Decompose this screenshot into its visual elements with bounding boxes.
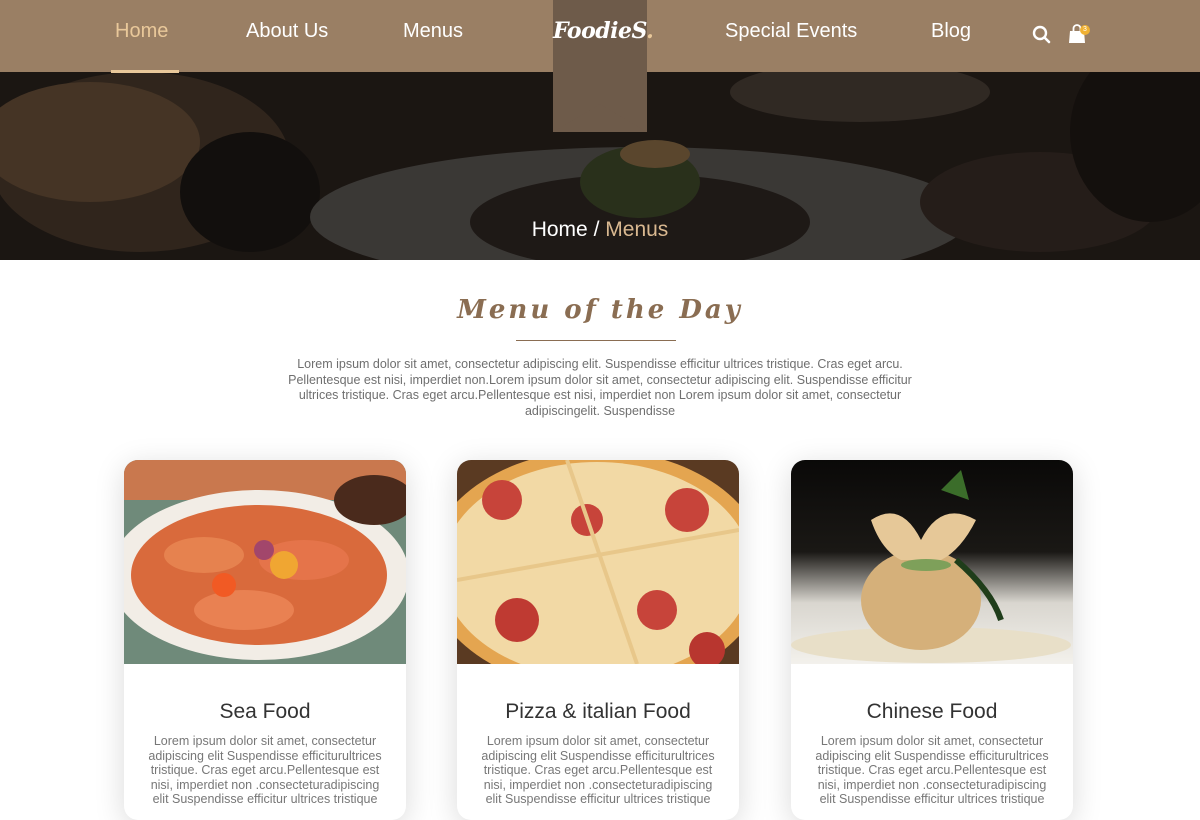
menu-card-sea-food[interactable]: Sea Food Lorem ipsum dolor sit amet, con… <box>124 460 406 820</box>
sea-food-image <box>124 460 406 664</box>
breadcrumb: Home / Menus <box>0 218 1200 242</box>
nav-about-us[interactable]: About Us <box>246 20 328 48</box>
card-description: Lorem ipsum dolor sit amet, consectetur … <box>815 734 1049 806</box>
logo-dot: . <box>646 18 654 44</box>
card-description: Lorem ipsum dolor sit amet, consectetur … <box>148 734 382 806</box>
section-description: Lorem ipsum dolor sit amet, consectetur … <box>288 357 912 418</box>
breadcrumb-separator: / <box>593 218 600 241</box>
nav-menus[interactable]: Menus <box>403 20 463 48</box>
menu-card-chinese-food[interactable]: Chinese Food Lorem ipsum dolor sit amet,… <box>791 460 1073 820</box>
section-title: Menu of the Day <box>457 295 743 325</box>
card-title: Sea Food <box>219 700 311 723</box>
pizza-image <box>457 460 739 664</box>
logo-text: FoodieS <box>553 18 647 44</box>
menu-card-pizza-italian-food[interactable]: Pizza & italian Food Lorem ipsum dolor s… <box>457 460 739 820</box>
search-icon[interactable] <box>1030 22 1058 50</box>
card-title: Chinese Food <box>866 700 998 723</box>
nav-active-indicator <box>111 70 179 73</box>
nav-blog[interactable]: Blog <box>931 20 971 48</box>
nav-home[interactable]: Home <box>115 20 168 48</box>
site-logo[interactable]: FoodieS. <box>553 18 654 44</box>
card-title: Pizza & italian Food <box>505 700 691 723</box>
nav-special-events[interactable]: Special Events <box>725 20 857 48</box>
title-divider <box>516 340 676 341</box>
chinese-food-image <box>791 460 1073 664</box>
breadcrumb-current: Menus <box>605 218 669 241</box>
card-description: Lorem ipsum dolor sit amet, consectetur … <box>481 734 715 806</box>
breadcrumb-home[interactable]: Home <box>532 218 588 241</box>
cart-count-badge: 3 <box>1080 25 1090 35</box>
